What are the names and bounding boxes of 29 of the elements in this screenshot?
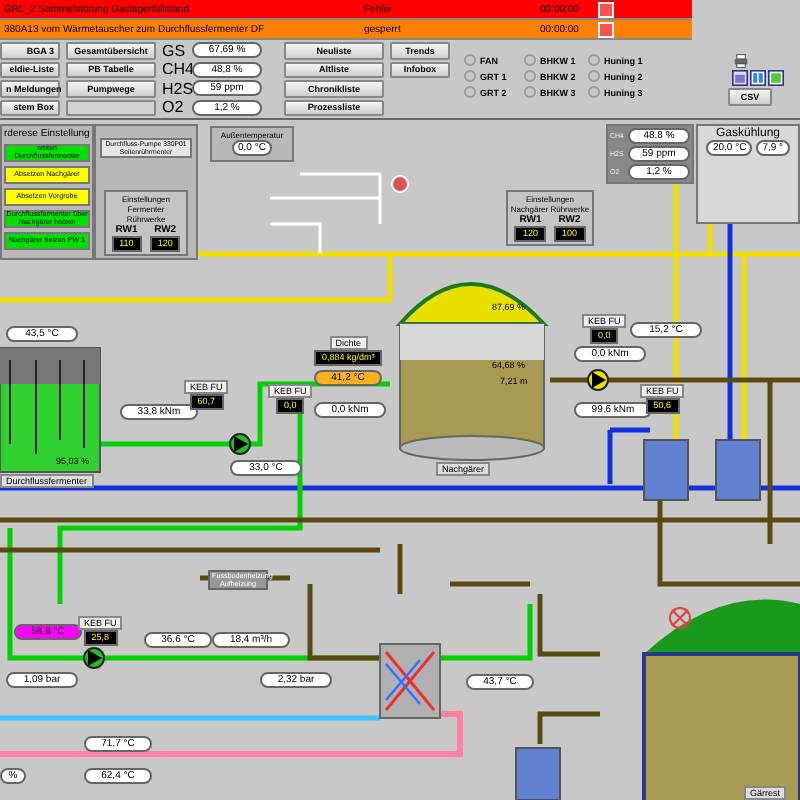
radio-button[interactable] — [464, 86, 476, 98]
pump-icon — [83, 647, 105, 669]
heat-exchanger-drawing — [379, 643, 441, 719]
columns-icon[interactable] — [750, 70, 766, 86]
gas-name: GS — [162, 41, 188, 60]
valve-icon — [391, 175, 409, 193]
window-icon[interactable] — [732, 70, 748, 86]
chart-icon[interactable] — [768, 70, 784, 86]
radio-button[interactable] — [588, 86, 600, 98]
small-tank-drawing — [643, 439, 689, 501]
radio-button[interactable] — [524, 86, 536, 98]
fermenter-drawing — [0, 347, 101, 473]
small-tank-drawing — [515, 747, 561, 800]
gas-name: H2S — [162, 79, 190, 98]
radio-button[interactable] — [464, 54, 476, 66]
small-tank-drawing — [715, 439, 761, 501]
printer-icon[interactable] — [734, 54, 748, 68]
blank-button[interactable] — [66, 99, 156, 116]
heating-pipe — [436, 604, 533, 661]
radio-button[interactable] — [524, 70, 536, 82]
gas-name: CH4 — [162, 60, 190, 79]
radio-button[interactable] — [524, 54, 536, 66]
gas-name: O2 — [162, 98, 186, 117]
radio-button[interactable] — [464, 70, 476, 82]
pump-icon — [229, 433, 251, 455]
radio-button[interactable] — [588, 54, 600, 66]
pump-icon — [587, 369, 609, 391]
radio-button[interactable] — [588, 70, 600, 82]
valve-icon — [669, 607, 691, 629]
